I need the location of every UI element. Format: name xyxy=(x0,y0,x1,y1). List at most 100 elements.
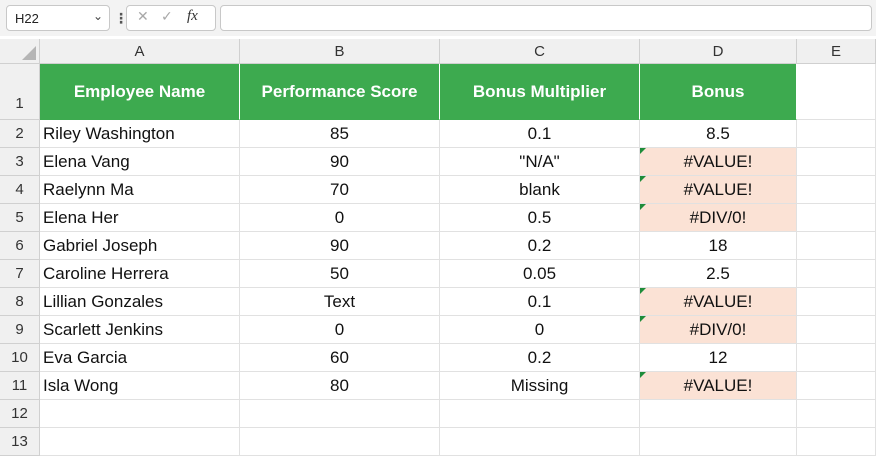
chevron-down-icon[interactable]: ⌄ xyxy=(93,9,103,23)
column-header-e[interactable]: E xyxy=(797,39,876,64)
cell-e1[interactable] xyxy=(797,64,876,120)
cell-score[interactable]: 60 xyxy=(240,344,440,372)
select-all-button[interactable] xyxy=(0,39,40,64)
error-indicator-icon[interactable] xyxy=(640,148,646,154)
cell-multiplier[interactable]: blank xyxy=(440,176,640,204)
error-indicator-icon[interactable] xyxy=(640,176,646,182)
error-indicator-icon[interactable] xyxy=(640,204,646,210)
cell-multiplier[interactable]: 0.05 xyxy=(440,260,640,288)
header-cell-name[interactable]: Employee Name xyxy=(40,64,240,120)
header-cell-bonus[interactable]: Bonus xyxy=(640,64,797,120)
insert-function-icon[interactable]: fx xyxy=(187,8,198,25)
empty-cell[interactable] xyxy=(797,400,876,428)
cell-bonus[interactable]: #VALUE! xyxy=(640,148,797,176)
cell-bonus[interactable]: #VALUE! xyxy=(640,288,797,316)
cell-name[interactable]: Raelynn Ma xyxy=(40,176,240,204)
cell-bonus[interactable]: #VALUE! xyxy=(640,372,797,400)
cell-e[interactable] xyxy=(797,232,876,260)
cell-e[interactable] xyxy=(797,176,876,204)
cell-score[interactable]: 85 xyxy=(240,120,440,148)
cell-name[interactable]: Elena Her xyxy=(40,204,240,232)
cell-value: Text xyxy=(323,292,356,311)
row-header-3[interactable]: 3 xyxy=(0,148,40,176)
cell-bonus[interactable]: 18 xyxy=(640,232,797,260)
column-header-d[interactable]: D xyxy=(640,39,797,64)
cell-e[interactable] xyxy=(797,148,876,176)
name-box[interactable]: H22 ⌄ xyxy=(6,5,110,31)
cell-score[interactable]: 90 xyxy=(240,232,440,260)
cell-multiplier[interactable]: 0.1 xyxy=(440,120,640,148)
cell-name[interactable]: Gabriel Joseph xyxy=(40,232,240,260)
empty-cell[interactable] xyxy=(440,400,640,428)
header-cell-multiplier[interactable]: Bonus Multiplier xyxy=(440,64,640,120)
cell-bonus[interactable]: #DIV/0! xyxy=(640,316,797,344)
cell-multiplier[interactable]: 0.2 xyxy=(440,344,640,372)
row-header-7[interactable]: 7 xyxy=(0,260,40,288)
more-options-icon[interactable]: ⋮ xyxy=(114,8,128,28)
cell-name[interactable]: Isla Wong xyxy=(40,372,240,400)
row-header-9[interactable]: 9 xyxy=(0,316,40,344)
cell-e[interactable] xyxy=(797,372,876,400)
cell-bonus[interactable]: 2.5 xyxy=(640,260,797,288)
cell-name[interactable]: Elena Vang xyxy=(40,148,240,176)
cell-name[interactable]: Lillian Gonzales xyxy=(40,288,240,316)
cell-name[interactable]: Eva Garcia xyxy=(40,344,240,372)
empty-cell[interactable] xyxy=(40,400,240,428)
cell-score[interactable]: 70 xyxy=(240,176,440,204)
cell-e[interactable] xyxy=(797,316,876,344)
cell-e[interactable] xyxy=(797,288,876,316)
cell-score[interactable]: Text xyxy=(240,288,440,316)
column-header-c[interactable]: C xyxy=(440,39,640,64)
cell-name[interactable]: Scarlett Jenkins xyxy=(40,316,240,344)
empty-cell[interactable] xyxy=(797,428,876,456)
empty-cell[interactable] xyxy=(40,428,240,456)
empty-cell[interactable] xyxy=(240,428,440,456)
row-header-11[interactable]: 11 xyxy=(0,372,40,400)
error-indicator-icon[interactable] xyxy=(640,372,646,378)
cell-name[interactable]: Riley Washington xyxy=(40,120,240,148)
row-header-4[interactable]: 4 xyxy=(0,176,40,204)
cell-bonus[interactable]: #VALUE! xyxy=(640,176,797,204)
row-header-6[interactable]: 6 xyxy=(0,232,40,260)
cell-multiplier[interactable]: "N/A" xyxy=(440,148,640,176)
cancel-icon[interactable]: ✕ xyxy=(137,8,149,25)
error-indicator-icon[interactable] xyxy=(640,288,646,294)
cell-score[interactable]: 50 xyxy=(240,260,440,288)
row-header-2[interactable]: 2 xyxy=(0,120,40,148)
empty-cell[interactable] xyxy=(640,400,797,428)
row-header-12[interactable]: 12 xyxy=(0,400,40,428)
column-header-a[interactable]: A xyxy=(40,39,240,64)
cell-multiplier[interactable]: 0.2 xyxy=(440,232,640,260)
cell-e[interactable] xyxy=(797,204,876,232)
cell-score[interactable]: 80 xyxy=(240,372,440,400)
row-header-8[interactable]: 8 xyxy=(0,288,40,316)
formula-input[interactable] xyxy=(220,5,872,31)
cell-bonus[interactable]: #DIV/0! xyxy=(640,204,797,232)
cell-score[interactable]: 0 xyxy=(240,204,440,232)
cell-multiplier[interactable]: 0.1 xyxy=(440,288,640,316)
row-header-10[interactable]: 10 xyxy=(0,344,40,372)
error-indicator-icon[interactable] xyxy=(640,316,646,322)
empty-cell[interactable] xyxy=(240,400,440,428)
cell-e[interactable] xyxy=(797,120,876,148)
cell-name[interactable]: Caroline Herrera xyxy=(40,260,240,288)
cell-bonus[interactable]: 12 xyxy=(640,344,797,372)
header-cell-score[interactable]: Performance Score xyxy=(240,64,440,120)
empty-cell[interactable] xyxy=(440,428,640,456)
row-header-1[interactable]: 1 xyxy=(0,64,40,120)
cell-e[interactable] xyxy=(797,344,876,372)
cell-e[interactable] xyxy=(797,260,876,288)
cell-score[interactable]: 0 xyxy=(240,316,440,344)
column-header-b[interactable]: B xyxy=(240,39,440,64)
cell-multiplier[interactable]: 0.5 xyxy=(440,204,640,232)
cell-multiplier[interactable]: Missing xyxy=(440,372,640,400)
cell-bonus[interactable]: 8.5 xyxy=(640,120,797,148)
cell-multiplier[interactable]: 0 xyxy=(440,316,640,344)
row-header-13[interactable]: 13 xyxy=(0,428,40,456)
cell-score[interactable]: 90 xyxy=(240,148,440,176)
row-header-5[interactable]: 5 xyxy=(0,204,40,232)
cell-value: blank xyxy=(519,180,560,199)
cell-value: Caroline Herrera xyxy=(43,264,169,283)
enter-icon[interactable]: ✓ xyxy=(161,8,173,25)
empty-cell[interactable] xyxy=(640,428,797,456)
